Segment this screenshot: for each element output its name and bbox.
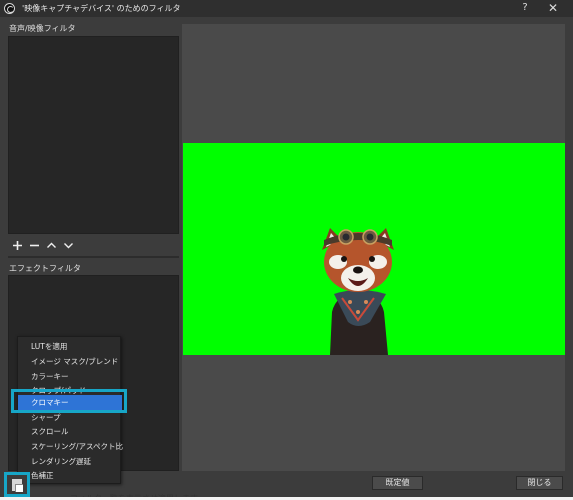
minus-icon [29, 244, 39, 247]
effect-filters-label: エフェクトフィルタ [9, 264, 81, 273]
close-button[interactable]: 閉じる [516, 476, 563, 490]
chevron-up-icon [46, 242, 56, 248]
move-up-button[interactable] [45, 239, 57, 253]
audio-video-filters-label: 音声/映像フィルタ [9, 24, 76, 33]
menu-item-apply-lut[interactable]: LUTを適用 [18, 339, 122, 354]
menu-item-image-mask-blend[interactable]: イメージ マスク/ブレンド [18, 354, 122, 369]
menu-item-color-key[interactable]: カラーキー [18, 369, 122, 384]
panel-divider[interactable] [8, 256, 179, 258]
add-filter-button[interactable] [11, 239, 23, 253]
menu-item-render-delay[interactable]: レンダリング遅延 [18, 454, 122, 469]
remove-filter-button[interactable] [28, 239, 40, 253]
add-effect-filter-button[interactable] [4, 472, 30, 497]
plus-icon [12, 241, 22, 250]
close-window-button[interactable]: ✕ [546, 1, 560, 15]
title-bar: '映像キャプチャデバイス' のためのフィルタ ? ✕ [0, 0, 573, 17]
menu-item-scaling-aspect[interactable]: スケーリング/アスペクト比 [18, 439, 123, 454]
add-source-icon [12, 479, 23, 492]
defaults-button[interactable]: 既定値 [372, 476, 423, 490]
menu-item-color-correction[interactable]: 色補正 [18, 468, 122, 483]
chroma-key-highlight [11, 389, 127, 413]
help-button[interactable]: ? [518, 2, 532, 15]
menu-item-scroll[interactable]: スクロール [18, 424, 122, 439]
obs-app-icon [4, 3, 15, 14]
filter-list-toolbar [8, 236, 179, 255]
audio-video-filter-list[interactable] [8, 36, 179, 234]
chevron-down-icon [63, 243, 73, 249]
move-down-button[interactable] [62, 239, 74, 253]
red-panda-image [322, 228, 394, 355]
window-title: '映像キャプチャデバイス' のためのフィルタ [22, 4, 181, 13]
